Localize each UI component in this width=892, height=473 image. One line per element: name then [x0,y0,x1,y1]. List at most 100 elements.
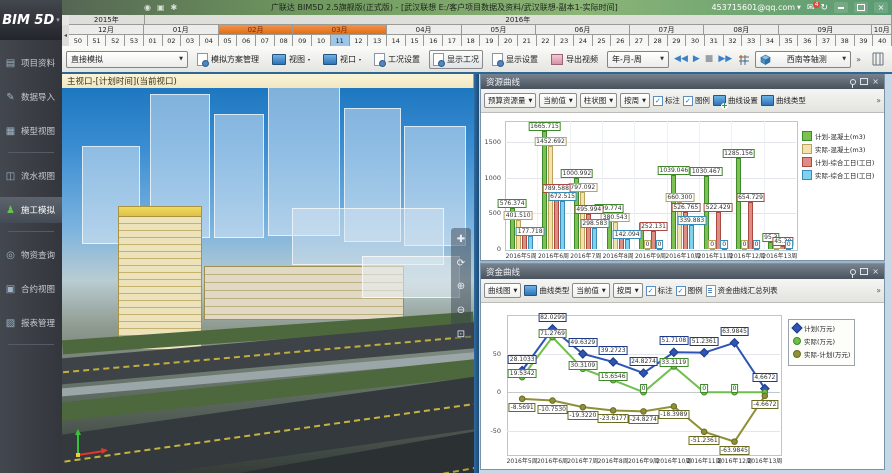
main-toolbar: 直接模拟▼ 模拟方案管理 视图▾ 视口▾ 工况设置 显示工况 显示设置 导出视频… [62,46,892,74]
bar-3 [722,249,727,250]
sidebar-item-data-import[interactable]: ✎数据导入 [0,84,62,110]
sidebar-item-flow-view[interactable]: ◫流水视图 [0,163,62,189]
timeline-month-cell[interactable]: 06月 [536,25,629,35]
rewind-button[interactable]: ◀◀ [674,54,688,64]
fund-curve-type-button[interactable]: 曲线类型 [524,285,569,296]
zoom-in-icon[interactable]: ⊕ [457,281,465,292]
bar-chart-legend: 计划-混凝土(m3)实际-混凝土(m3)计划-综合工日(工日)实际-综合工日(工… [802,131,874,183]
close-panel-icon[interactable]: × [872,267,879,276]
bar-0 [704,176,709,249]
view-button[interactable]: 视图▾ [268,51,314,68]
bar-2 [554,193,559,249]
resource-source-select[interactable]: 预算资源量▼ [484,93,536,108]
annotate-checkbox[interactable]: ✓标注 [653,95,680,106]
columns-icon[interactable] [872,52,884,66]
minimize-button[interactable] [834,2,848,13]
resource-toolbar-overflow[interactable]: » [876,96,881,105]
close-panel-icon[interactable]: × [872,77,879,86]
bar-value-label: 0 [708,240,716,249]
curve-type-button[interactable]: 曲线类型 [761,95,806,106]
annotate-checkbox[interactable]: ✓标注 [646,285,673,296]
display-settings-icon [492,53,503,66]
gridline [764,121,765,249]
fund-charttype-select[interactable]: 曲线图▼ [484,283,521,298]
orbit-icon[interactable]: ⟳ [457,258,465,269]
timeline-month-cell[interactable]: 05月 [462,25,537,35]
titlebar: ◉ ▣ ✱ 广联达 BIM5D 2.5旗舰版(正式版) - [武汉联想 E:/客… [0,0,892,15]
resource-value-select[interactable]: 当前值▼ [539,93,576,108]
main-viewport: 主视口-[计划时间](当前视口) [62,72,474,473]
view-direction-select[interactable]: 西南等轴测▼ [755,51,851,68]
legend-checkbox[interactable]: ✓图例 [676,285,703,296]
timeline-month-cell[interactable]: 07月 [630,25,705,35]
planned-building-block [214,114,264,238]
point-value-label: 28.1033 [508,355,537,364]
fund-period-select[interactable]: 按周▼ [613,283,643,298]
stop-button[interactable]: ■ [705,54,714,64]
zoom-out-icon[interactable]: ⊖ [457,305,465,316]
timeline-month-cell[interactable]: 04月 [387,25,462,35]
timeline-month-cell[interactable]: 03月 [293,25,386,35]
forward-button[interactable]: ▶▶ [718,54,732,64]
sidebar-item-report-mgmt[interactable]: ▨报表管理 [0,310,62,336]
bar-value-label: 526.765 [671,203,700,212]
legend-checkbox[interactable]: ✓图例 [683,95,710,106]
sidebar-item-model-view[interactable]: ▦模型视图 [0,118,62,144]
condition-settings-button[interactable]: 工况设置 [370,50,424,69]
legend-label: 计划-混凝土(m3) [815,131,865,141]
fund-toolbar-overflow[interactable]: » [876,286,881,295]
account-menu[interactable]: 453715601@qq.com▼ [711,3,800,12]
timeline-month-cell[interactable]: 08月 [704,25,779,35]
close-button[interactable]: × [874,2,888,13]
bar-3 [786,249,791,250]
pin-icon[interactable] [850,79,856,85]
timeline-month-cell[interactable]: 12月 [69,25,144,35]
refresh-icon[interactable]: ↻ [820,3,828,13]
toolbar-overflow[interactable]: » [856,55,861,64]
timeline-month-cell[interactable]: 02月 [219,25,294,35]
settings-icon[interactable]: ✱ [171,3,178,12]
fund-value-select[interactable]: 当前值▼ [572,283,609,298]
maximize-panel-icon[interactable] [860,268,868,275]
mail-icon[interactable]: ✉4 [807,3,815,13]
bar-0 [736,158,741,249]
monitor-icon [323,54,337,65]
point-value-label: 0 [731,384,739,393]
sidebar-item-contract-view[interactable]: ▣合约视图 [0,276,62,302]
time-scale-select[interactable]: 年-月-周▼ [607,51,669,68]
resource-charttype-select[interactable]: 柱状图▼ [580,93,617,108]
maximize-button[interactable] [854,2,868,13]
x-axis-label: 2016年8周 [603,251,634,260]
zoom-window-icon[interactable]: ⊡ [457,329,465,340]
curve-settings-button[interactable]: 曲线设置 [713,95,758,106]
pan-icon[interactable]: ✚ [457,234,465,245]
sidebar-item-project-data[interactable]: ▤项目资料 [0,50,62,76]
simulation-mode-select[interactable]: 直接模拟▼ [66,51,188,68]
bar-value-label: 0 [753,240,761,249]
point-value-label: 33.3119 [659,358,688,367]
schedule-grid-icon[interactable] [737,53,750,66]
timeline-month-cell[interactable]: 09月 [779,25,872,35]
sim-plan-manage-button[interactable]: 模拟方案管理 [193,50,263,69]
pin-icon[interactable] [850,269,856,275]
bar-value-label: 1030.467 [690,167,723,176]
save-icon[interactable]: ▣ [157,3,165,12]
disc-icon[interactable]: ◉ [144,3,151,12]
app-logo[interactable]: BIM 5D▾ [0,0,62,40]
bar-value-label: 576.374 [498,199,527,208]
timeline-month-cell[interactable]: 10月 [872,25,891,35]
sidebar-item-label: 施工模拟 [21,204,55,216]
play-button[interactable]: ▶ [693,54,700,64]
show-condition-button[interactable]: 显示工况 [429,50,483,69]
resource-period-select[interactable]: 按周▼ [620,93,650,108]
display-settings-button[interactable]: 显示设置 [488,50,542,69]
3d-scene[interactable]: ✚ ⟳ ⊕ ⊖ ⊡ [62,88,474,473]
maximize-panel-icon[interactable] [860,78,868,85]
timeline-month-cell[interactable]: 01月 [144,25,219,35]
sidebar-item-material-query[interactable]: ◎物资查询 [0,242,62,268]
flow-view-icon: ◫ [4,171,17,182]
sidebar-item-construction-sim[interactable]: ♟施工模拟 [0,197,62,223]
fund-summary-button[interactable]: 资金曲线汇总列表 [706,285,778,297]
export-video-button[interactable]: 导出视频 [547,51,602,68]
viewport-button[interactable]: 视口▾ [319,51,365,68]
